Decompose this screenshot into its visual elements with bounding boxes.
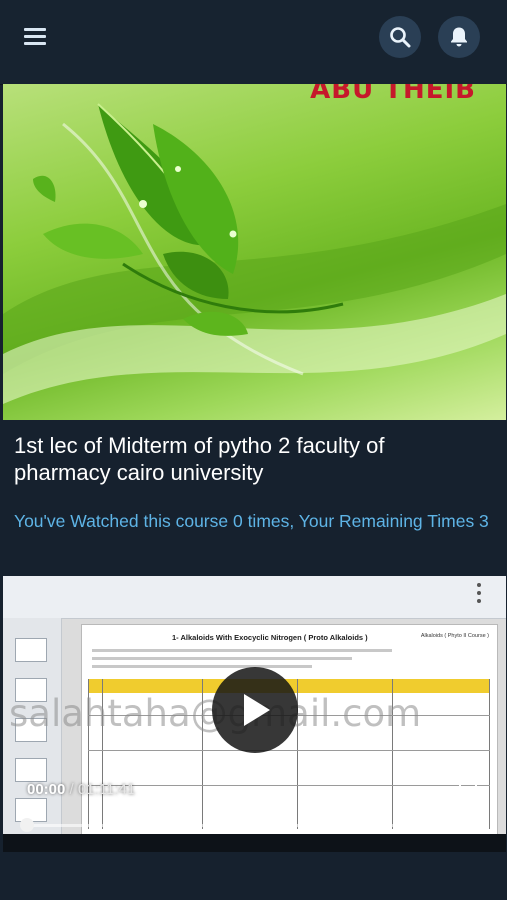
play-icon	[244, 694, 270, 726]
hamburger-menu-icon[interactable]	[22, 26, 50, 46]
current-time: 00:00	[27, 781, 66, 798]
time-separator: /	[65, 781, 78, 798]
fullscreen-icon[interactable]	[459, 782, 477, 800]
duration: 01:11:41	[77, 781, 136, 798]
slide-heading: 1- Alkaloids With Exocyclic Nitrogen ( P…	[172, 633, 368, 642]
player-bottom-bar	[3, 834, 506, 852]
play-button[interactable]	[212, 667, 298, 753]
watch-count-info: You've Watched this course 0 times, Your…	[14, 511, 489, 531]
leaves-illustration	[3, 103, 506, 404]
search-button[interactable]	[379, 16, 421, 58]
video-player[interactable]: 1- Alkaloids With Exocyclic Nitrogen ( P…	[3, 576, 506, 834]
slide-course-badge: Alkaloids ( Phyto II Course )	[420, 633, 489, 639]
more-vert-icon[interactable]	[473, 582, 485, 604]
app-top-bar	[0, 0, 507, 85]
course-banner-image: ABU THEIB	[3, 84, 506, 420]
course-title: 1st lec of Midterm of pytho 2 faculty of…	[14, 433, 385, 485]
bell-icon	[451, 27, 467, 47]
progress-track[interactable]	[27, 824, 487, 827]
slide-app-toolbar	[3, 576, 506, 619]
notifications-button[interactable]	[438, 16, 480, 58]
playback-time: 00:00 / 01:11:41	[27, 781, 135, 798]
scrubber-handle[interactable]	[20, 818, 34, 832]
search-icon	[390, 27, 411, 48]
banner-brand-text: ABU THEIB	[310, 84, 476, 105]
